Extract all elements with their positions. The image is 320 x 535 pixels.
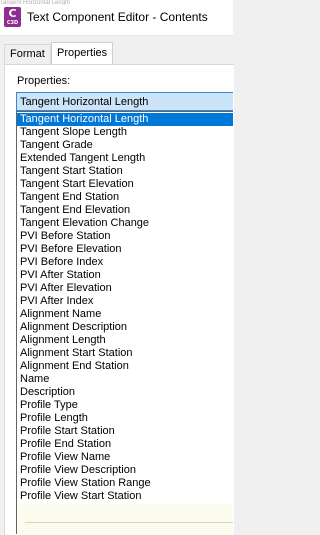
title-bar-top-fragment: Tangent Horizontal Length	[0, 0, 71, 5]
property-option[interactable]: Profile View Station Range	[17, 477, 233, 490]
property-option[interactable]: Name	[17, 373, 233, 386]
civil3d-app-icon: C C3D	[4, 7, 21, 27]
property-option[interactable]: Tangent Elevation Change	[17, 217, 233, 230]
property-option[interactable]: PVI Before Index	[17, 256, 233, 269]
property-option[interactable]: Tangent Horizontal Length	[17, 113, 233, 126]
title-bar: Tangent Horizontal Length C C3D Text Com…	[0, 0, 233, 36]
property-option[interactable]: Description	[17, 386, 233, 399]
property-option[interactable]: Alignment Start Station	[17, 347, 233, 360]
property-option[interactable]: Profile Start Station	[17, 425, 233, 438]
properties-combobox[interactable]: Tangent Horizontal Length	[16, 92, 233, 111]
property-option[interactable]: Extended Tangent Length	[17, 152, 233, 165]
property-option[interactable]: Alignment Description	[17, 321, 233, 334]
property-option[interactable]: Tangent Start Station	[17, 165, 233, 178]
tab-format[interactable]: Format	[4, 44, 51, 64]
property-option[interactable]: PVI After Elevation	[17, 282, 233, 295]
property-option[interactable]: PVI After Station	[17, 269, 233, 282]
property-option[interactable]: PVI After Index	[17, 295, 233, 308]
property-option[interactable]: Tangent End Elevation	[17, 204, 233, 217]
property-option[interactable]: Profile View Description	[17, 464, 233, 477]
property-option[interactable]: Alignment Name	[17, 308, 233, 321]
properties-combobox-value: Tangent Horizontal Length	[20, 96, 149, 108]
properties-label: Properties:	[17, 75, 71, 87]
property-option[interactable]: Alignment End Station	[17, 360, 233, 373]
tab-strip: Format Properties	[0, 35, 233, 65]
property-option[interactable]: Profile View Start Station	[17, 490, 233, 503]
app-icon-sublabel: C3D	[6, 20, 19, 26]
property-option[interactable]: Tangent Slope Length	[17, 126, 233, 139]
property-option[interactable]: PVI Before Station	[17, 230, 233, 243]
properties-dropdown-list[interactable]: Tangent Horizontal Length Tangent Slope L…	[16, 111, 233, 535]
property-option[interactable]: Tangent Start Elevation	[17, 178, 233, 191]
list-blank-area	[17, 504, 233, 535]
property-option[interactable]: Tangent Grade	[17, 139, 233, 152]
property-option[interactable]: Profile View Name	[17, 451, 233, 464]
property-option[interactable]: PVI Before Elevation	[17, 243, 233, 256]
app-icon-label: C	[8, 7, 17, 20]
property-option[interactable]: Profile End Station	[17, 438, 233, 451]
tab-properties[interactable]: Properties	[51, 42, 114, 64]
property-option[interactable]: Profile Length	[17, 412, 233, 425]
property-option[interactable]: Alignment Length	[17, 334, 233, 347]
property-option[interactable]: Profile Type	[17, 399, 233, 412]
list-divider	[25, 522, 233, 523]
property-option[interactable]: Tangent End Station	[17, 191, 233, 204]
window-title: Text Component Editor - Contents	[27, 10, 208, 24]
